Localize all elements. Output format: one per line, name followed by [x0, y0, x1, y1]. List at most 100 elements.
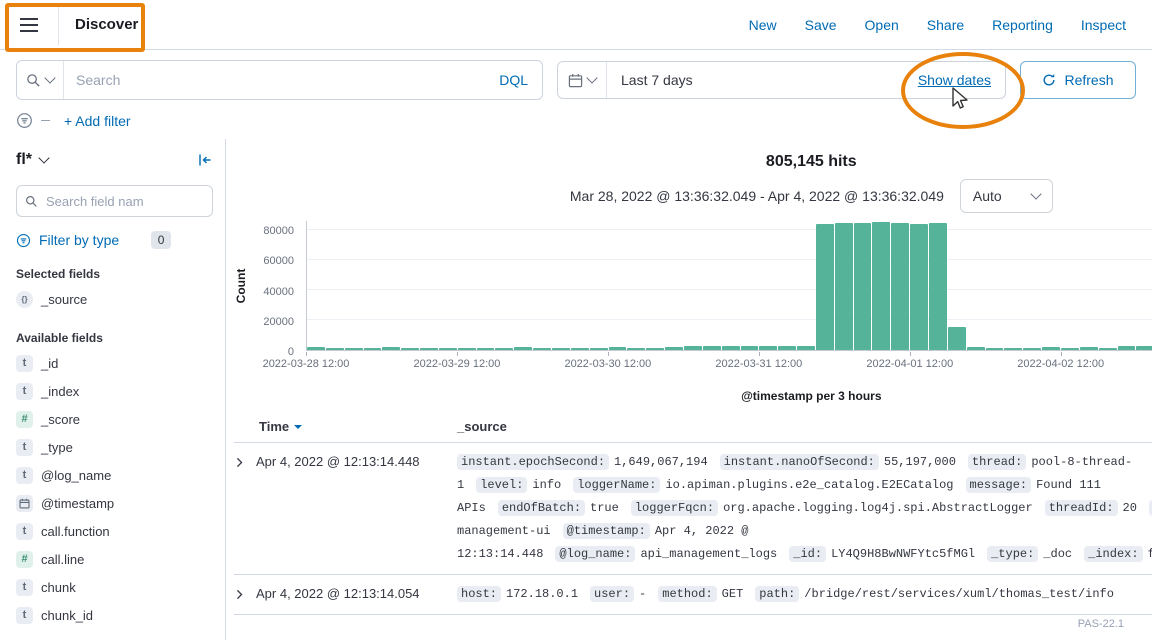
axis-tick — [1061, 352, 1062, 356]
field-name: _index — [41, 384, 79, 399]
date-range-display[interactable]: Last 7 days — [607, 72, 693, 88]
histogram-bar — [929, 223, 947, 351]
field-value: io.apiman.plugins.e2e_catalog.E2ECatalog — [665, 478, 953, 492]
field-chunk_id[interactable]: t chunk_id — [16, 601, 213, 629]
field-value: LY4Q9H8BwNWFYtc5fMGl — [831, 547, 975, 561]
calendar-icon — [16, 495, 33, 512]
field-key: endOfBatch: — [498, 500, 585, 516]
source-column-header: _source — [457, 419, 1152, 434]
field-name: call.line — [41, 552, 84, 567]
field-name: chunk_id — [41, 608, 93, 623]
histogram-bar — [345, 348, 363, 350]
filter-by-type-label: Filter by type — [39, 232, 119, 248]
field-@log_name[interactable]: t @log_name — [16, 461, 213, 489]
gridline — [307, 319, 1152, 320]
field-type-icon: t — [16, 383, 33, 400]
chevron-right-icon — [234, 589, 245, 600]
nav-new[interactable]: New — [749, 17, 777, 33]
field-_index[interactable]: t _index — [16, 377, 213, 405]
field-_score[interactable]: #_score — [16, 405, 213, 433]
field-type-icon: # — [16, 551, 33, 568]
expand-row-button[interactable] — [234, 451, 256, 473]
filter-by-type-button[interactable]: Filter by type 0 — [16, 231, 213, 249]
histogram-bar — [307, 347, 325, 350]
saved-query-button[interactable] — [17, 61, 64, 99]
collapse-sidebar-button[interactable] — [197, 152, 213, 168]
interval-value: Auto — [973, 188, 1002, 204]
field-chunk[interactable]: tchunk — [16, 573, 213, 601]
field-name: chunk — [41, 580, 76, 595]
x-tick-label: 2022-03-29 12:00 — [414, 358, 501, 370]
page-title: Discover — [75, 16, 138, 33]
hamburger-icon — [20, 24, 38, 26]
filter-icon — [16, 233, 31, 248]
x-tick-label: 2022-04-02 12:00 — [1017, 358, 1104, 370]
x-tick-label: 2022-03-31 12:00 — [715, 358, 802, 370]
histogram-plot — [306, 221, 1152, 351]
table-header: Time _source — [234, 415, 1152, 443]
query-language-button[interactable]: DQL — [485, 72, 542, 88]
field-value: 172.18.0.1 — [506, 587, 578, 601]
x-axis-title: @timestamp per 3 hours — [234, 389, 1152, 403]
available-fields-label: Available fields — [16, 331, 213, 345]
field-key: method: — [658, 586, 716, 602]
time-column-header[interactable]: Time — [259, 419, 457, 434]
nav-reporting[interactable]: Reporting — [992, 17, 1053, 33]
histogram-bar — [627, 348, 645, 350]
field-_id[interactable]: t_id — [16, 349, 213, 377]
refresh-icon — [1042, 73, 1056, 87]
histogram-bar — [986, 348, 1004, 350]
field-_type[interactable]: t_type — [16, 433, 213, 461]
field-key: user: — [590, 586, 634, 602]
field-key: thread: — [968, 454, 1026, 470]
histogram-bar — [382, 347, 400, 350]
filter-bar: + Add filter — [0, 106, 1152, 139]
refresh-button[interactable]: Refresh — [1020, 61, 1136, 99]
histogram-bar — [1042, 347, 1060, 350]
field-name: _score — [41, 412, 80, 427]
field-call.line[interactable]: # call.line — [16, 545, 213, 573]
doc-table-body: Apr 4, 2022 @ 12:13:14.448instant.epochS… — [234, 443, 1152, 615]
table-row: Apr 4, 2022 @ 12:13:14.448instant.epochS… — [234, 443, 1152, 575]
nav-share[interactable]: Share — [927, 17, 964, 33]
histogram-bar — [1023, 348, 1041, 350]
nav-save[interactable]: Save — [805, 17, 837, 33]
hits-count: 805,145 hits — [234, 153, 1152, 171]
field-call.function[interactable]: tcall.function — [16, 517, 213, 545]
axis-tick — [457, 352, 458, 356]
field-search-input[interactable] — [44, 193, 204, 210]
doc-source: host:172.18.0.1user:-method:GETpath:/bri… — [457, 583, 1152, 606]
field-name: @log_name — [41, 468, 111, 483]
time-range-text: Mar 28, 2022 @ 13:36:32.049 - Apr 4, 202… — [570, 188, 944, 204]
field-@timestamp[interactable]: @timestamp — [16, 489, 213, 517]
collapse-icon — [197, 152, 213, 168]
histogram-bar — [703, 346, 721, 350]
histogram-bar — [646, 348, 664, 350]
interval-select[interactable]: Auto — [960, 179, 1053, 213]
field-_source[interactable]: {}_source — [16, 285, 213, 313]
nav-open[interactable]: Open — [865, 17, 899, 33]
add-filter-link[interactable]: + Add filter — [64, 113, 131, 129]
refresh-label: Refresh — [1064, 72, 1113, 88]
histogram-bar — [1004, 348, 1022, 350]
time-range-row: Mar 28, 2022 @ 13:36:32.049 - Apr 4, 202… — [234, 179, 1152, 213]
field-type-icon: t — [16, 579, 33, 596]
index-pattern-select[interactable]: fl* — [16, 151, 32, 169]
field-value: 55,197,000 — [884, 455, 956, 469]
histogram-bar — [420, 348, 438, 350]
calendar-button[interactable] — [558, 62, 607, 98]
histogram-bar — [967, 347, 985, 350]
search-input[interactable] — [64, 72, 485, 88]
filter-divider — [41, 120, 50, 121]
field-value: api_management_logs — [640, 547, 777, 561]
field-key: _id: — [789, 546, 826, 562]
nav-inspect[interactable]: Inspect — [1081, 17, 1126, 33]
field-type-icon: t — [16, 607, 33, 624]
expand-row-button[interactable] — [234, 583, 256, 605]
field-key: level: — [476, 477, 527, 493]
menu-button[interactable] — [16, 5, 59, 45]
field-key: @log_name: — [555, 546, 635, 562]
field-key: threadId: — [1045, 500, 1118, 516]
show-dates-link[interactable]: Show dates — [918, 72, 1005, 88]
field-type-icon: t — [16, 467, 33, 484]
